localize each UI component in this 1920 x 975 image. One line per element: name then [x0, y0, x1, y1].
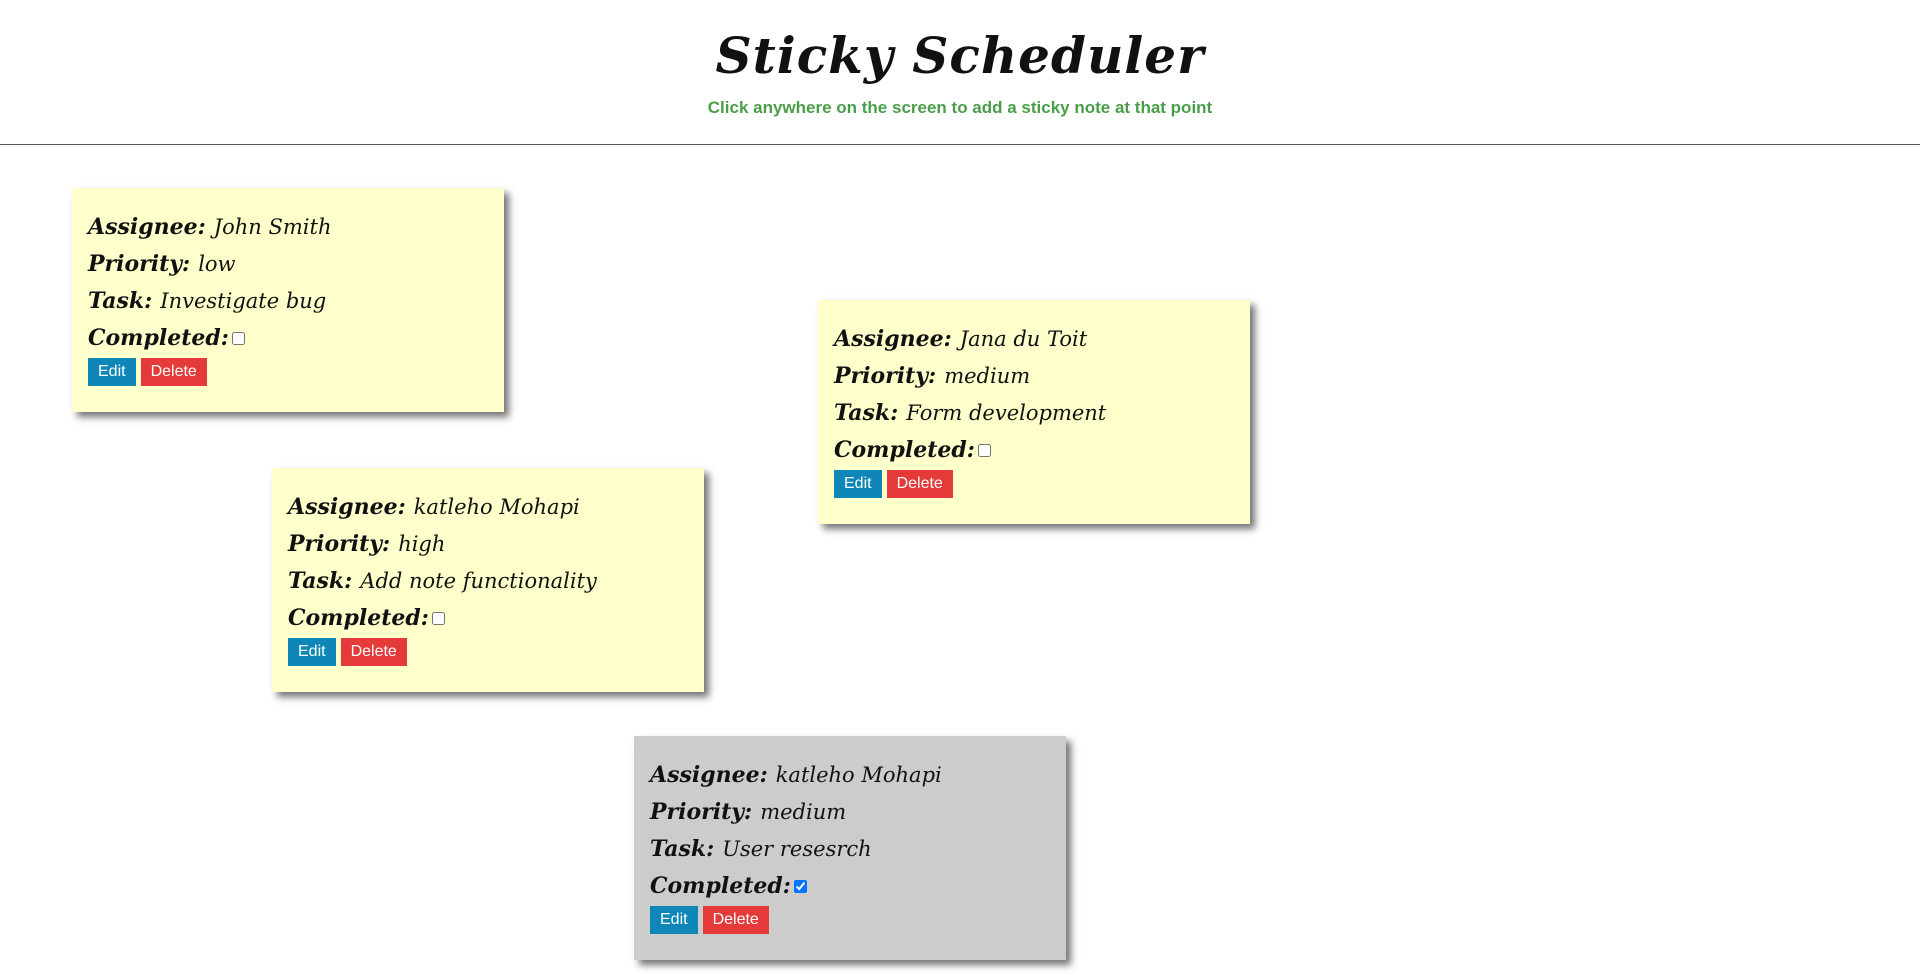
assignee-row: Assignee: John Smith	[88, 208, 488, 245]
priority-label: Priority:	[650, 799, 753, 825]
task-value: Add note functionality	[360, 569, 597, 593]
sticky-note[interactable]: Assignee: katleho Mohapi Priority: medium …	[634, 736, 1066, 960]
delete-button[interactable]: Delete	[702, 906, 769, 934]
delete-button[interactable]: Delete	[340, 638, 407, 666]
completed-row: Completed:	[88, 319, 488, 356]
note-actions: Edit Delete	[650, 906, 1050, 934]
delete-button[interactable]: Delete	[886, 470, 953, 498]
completed-label: Completed:	[88, 325, 229, 351]
assignee-value: katleho Mohapi	[413, 495, 580, 519]
task-label: Task:	[650, 836, 715, 862]
completed-checkbox[interactable]	[977, 444, 991, 458]
assignee-label: Assignee:	[834, 326, 952, 352]
note-actions: Edit Delete	[834, 470, 1234, 498]
note-actions: Edit Delete	[288, 638, 688, 666]
completed-checkbox[interactable]	[793, 880, 807, 894]
note-actions: Edit Delete	[88, 358, 488, 386]
edit-button[interactable]: Edit	[88, 358, 136, 386]
priority-value: medium	[944, 364, 1031, 388]
completed-checkbox[interactable]	[231, 332, 245, 346]
task-label: Task:	[834, 400, 899, 426]
header: Sticky Scheduler Click anywhere on the s…	[0, 0, 1920, 145]
completed-row: Completed:	[650, 867, 1050, 904]
edit-button[interactable]: Edit	[288, 638, 336, 666]
priority-row: Priority: medium	[834, 357, 1234, 394]
task-value: User resesrch	[722, 837, 872, 861]
assignee-value: katleho Mohapi	[775, 763, 942, 787]
assignee-row: Assignee: Jana du Toit	[834, 320, 1234, 357]
sticky-note[interactable]: Assignee: Jana du Toit Priority: medium Ta…	[818, 300, 1250, 524]
completed-label: Completed:	[834, 437, 975, 463]
priority-row: Priority: low	[88, 245, 488, 282]
priority-value: medium	[760, 800, 847, 824]
task-label: Task:	[288, 568, 353, 594]
priority-label: Priority:	[88, 251, 191, 277]
assignee-value: Jana du Toit	[959, 327, 1088, 351]
sticky-note[interactable]: Assignee: katleho Mohapi Priority: high Ta…	[272, 468, 704, 692]
assignee-label: Assignee:	[650, 762, 768, 788]
task-row: Task: Form development	[834, 394, 1234, 431]
assignee-label: Assignee:	[88, 214, 206, 240]
task-row: Task: User resesrch	[650, 830, 1050, 867]
priority-label: Priority:	[834, 363, 937, 389]
completed-label: Completed:	[650, 873, 791, 899]
completed-row: Completed:	[834, 431, 1234, 468]
edit-button[interactable]: Edit	[650, 906, 698, 934]
completed-row: Completed:	[288, 599, 688, 636]
assignee-row: Assignee: katleho Mohapi	[288, 488, 688, 525]
task-value: Form development	[906, 401, 1107, 425]
task-row: Task: Investigate bug	[88, 282, 488, 319]
priority-value: low	[198, 252, 236, 276]
assignee-value: John Smith	[213, 215, 332, 239]
priority-label: Priority:	[288, 531, 391, 557]
assignee-row: Assignee: katleho Mohapi	[650, 756, 1050, 793]
sticky-note[interactable]: Assignee: John Smith Priority: low Task: In…	[72, 188, 504, 412]
completed-checkbox[interactable]	[431, 612, 445, 626]
edit-button[interactable]: Edit	[834, 470, 882, 498]
delete-button[interactable]: Delete	[140, 358, 207, 386]
priority-value: high	[398, 532, 446, 556]
task-row: Task: Add note functionality	[288, 562, 688, 599]
instruction-text: Click anywhere on the screen to add a st…	[707, 98, 1213, 117]
task-value: Investigate bug	[160, 289, 327, 313]
task-label: Task:	[88, 288, 153, 314]
assignee-label: Assignee:	[288, 494, 406, 520]
app-title: Sticky Scheduler	[715, 26, 1205, 85]
completed-label: Completed:	[288, 605, 429, 631]
priority-row: Priority: medium	[650, 793, 1050, 830]
priority-row: Priority: high	[288, 525, 688, 562]
